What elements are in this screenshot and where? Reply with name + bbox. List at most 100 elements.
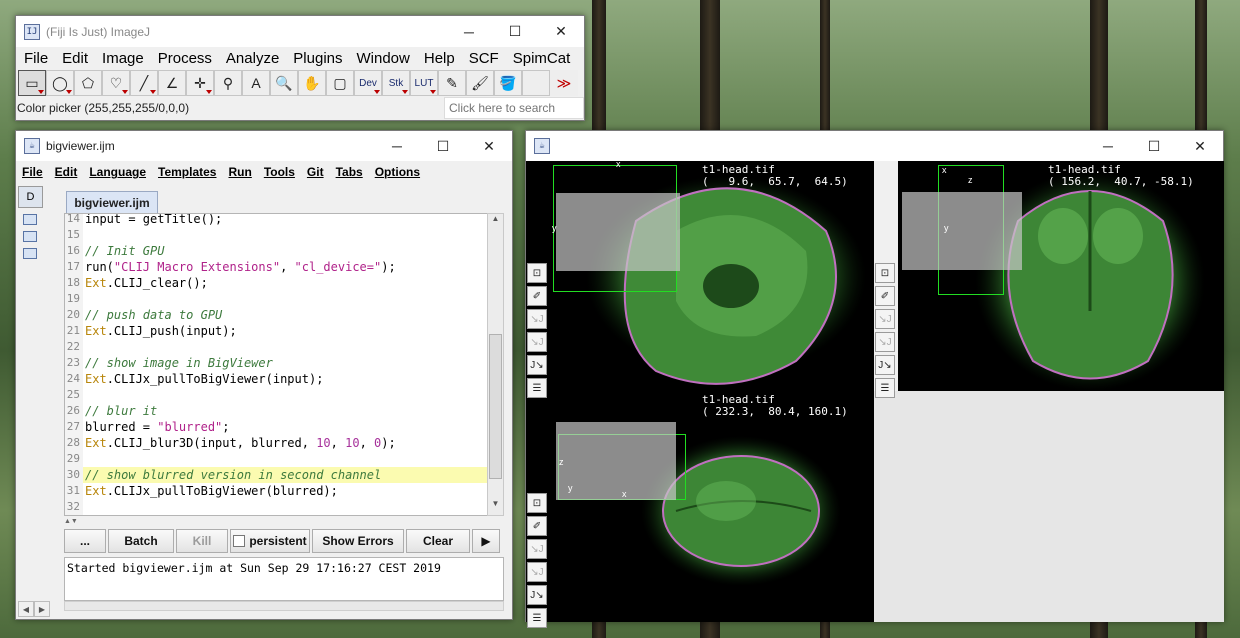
console-hscroll[interactable] <box>64 601 504 611</box>
close-button[interactable]: ✕ <box>1177 131 1223 161</box>
rotate-y-icon[interactable]: ↘J <box>527 562 547 582</box>
code-line[interactable]: 16// Init GPU <box>65 243 502 259</box>
folder-icon[interactable] <box>23 231 37 242</box>
brush-tool-button[interactable]: 🖌 <box>466 70 494 96</box>
settings-list-icon[interactable]: ☰ <box>875 378 895 398</box>
scroll-right-button[interactable]: ▶ <box>472 529 500 553</box>
code-line[interactable]: 27 blurred = "blurred"; <box>65 419 502 435</box>
more-tools-button[interactable]: ≫ <box>550 70 578 96</box>
lut-tool-button[interactable]: LUT <box>410 70 438 96</box>
angle-tool-button[interactable]: ∠ <box>158 70 186 96</box>
text-tool-button[interactable]: A <box>242 70 270 96</box>
maximize-button[interactable]: ☐ <box>492 16 538 47</box>
tree-tab[interactable]: D <box>18 186 43 208</box>
rotate-z-icon[interactable]: J↘ <box>875 355 895 375</box>
dev-tool-button[interactable]: Dev <box>354 70 382 96</box>
rotate-y-icon[interactable]: ↘J <box>527 332 547 352</box>
magnifier-tool-button[interactable]: 🔍 <box>270 70 298 96</box>
editor-menu-tools[interactable]: Tools <box>258 165 301 179</box>
editor-titlebar[interactable]: ☕ bigviewer.ijm ─ ☐ ✕ <box>16 131 512 161</box>
code-line[interactable]: 18 Ext.CLIJ_clear(); <box>65 275 502 291</box>
editor-menu-options[interactable]: Options <box>369 165 426 179</box>
search-input[interactable] <box>444 97 584 119</box>
magnify-tool-icon[interactable]: ⊡ <box>875 263 895 283</box>
scroll-up-arrow[interactable]: ▲ <box>488 214 503 230</box>
code-line[interactable]: 19 <box>65 291 502 307</box>
menu-spimcat[interactable]: SpimCat <box>506 50 578 67</box>
imagej-titlebar[interactable]: IJ (Fiji Is Just) ImageJ ─ ☐ ✕ <box>16 16 584 47</box>
wand-tool-button[interactable]: ⚲ <box>214 70 242 96</box>
maximize-button[interactable]: ☐ <box>1131 131 1177 161</box>
color-picker-tool-button[interactable]: ▢ <box>326 70 354 96</box>
batch-button[interactable]: Batch <box>108 529 174 553</box>
menu-plugins[interactable]: Plugins <box>286 50 349 67</box>
show-errors-button[interactable]: Show Errors <box>312 529 404 553</box>
hand-tool-button[interactable]: ✋ <box>298 70 326 96</box>
code-line[interactable]: 24 Ext.CLIJx_pullToBigViewer(input); <box>65 371 502 387</box>
code-line[interactable]: 32 <box>65 499 502 515</box>
code-line[interactable]: 26// blur it <box>65 403 502 419</box>
view-panel-coronal[interactable]: x z y t1-head.tif ( 156.2, 40.7, -58.1) <box>898 161 1224 391</box>
menu-help[interactable]: Help <box>417 50 462 67</box>
editor-menu-edit[interactable]: Edit <box>49 165 84 179</box>
kill-button[interactable]: Kill <box>176 529 228 553</box>
empty-tool-button[interactable] <box>522 70 550 96</box>
maximize-button[interactable]: ☐ <box>420 131 466 161</box>
code-line[interactable]: 20// push data to GPU <box>65 307 502 323</box>
eyedropper-tool-icon[interactable]: ✐ <box>527 516 547 536</box>
menu-window[interactable]: Window <box>350 50 417 67</box>
editor-menu-language[interactable]: Language <box>83 165 152 179</box>
console-output[interactable]: Started bigviewer.ijm at Sun Sep 29 17:1… <box>64 557 504 601</box>
folder-icon[interactable] <box>23 214 37 225</box>
tree-scroll-right[interactable]: ▶ <box>34 601 50 617</box>
splitter[interactable]: ▲▼ <box>64 518 504 526</box>
rotate-x-icon[interactable]: ↘J <box>875 309 895 329</box>
pencil-tool-button[interactable]: ✎ <box>438 70 466 96</box>
code-scrollbar[interactable]: ▲ ▼ <box>487 213 504 516</box>
close-button[interactable]: ✕ <box>538 16 584 47</box>
code-line[interactable]: 17 run("CLIJ Macro Extensions", "cl_devic… <box>65 259 502 275</box>
code-line[interactable]: 25 <box>65 387 502 403</box>
menu-analyze[interactable]: Analyze <box>219 50 286 67</box>
code-line[interactable]: 22 <box>65 339 502 355</box>
magnify-tool-icon[interactable]: ⊡ <box>527 263 547 283</box>
tree-scroll-left[interactable]: ◀ <box>18 601 34 617</box>
point-tool-button[interactable]: ✛ <box>186 70 214 96</box>
settings-list-icon[interactable]: ☰ <box>527 608 547 628</box>
tab-bigviewer[interactable]: bigviewer.ijm <box>66 191 158 213</box>
persistent-checkbox[interactable]: persistent <box>230 529 310 553</box>
menu-scf[interactable]: SCF <box>462 50 506 67</box>
editor-menu-tabs[interactable]: Tabs <box>330 165 369 179</box>
oval-tool-button[interactable]: ◯ <box>46 70 74 96</box>
polygon-tool-button[interactable]: ⬠ <box>74 70 102 96</box>
clear-button[interactable]: Clear <box>406 529 470 553</box>
editor-menu-file[interactable]: File <box>16 165 49 179</box>
checkbox-box[interactable] <box>233 535 246 547</box>
view-panel-axial[interactable]: z y x t1-head.tif ( 232.3, 80.4, 160.1) <box>526 391 874 622</box>
minimize-button[interactable]: ─ <box>1085 131 1131 161</box>
folder-icon[interactable] <box>23 248 37 259</box>
editor-menu-templates[interactable]: Templates <box>152 165 222 179</box>
more-button[interactable]: ... <box>64 529 106 553</box>
magnify-tool-icon[interactable]: ⊡ <box>527 493 547 513</box>
scroll-thumb[interactable] <box>489 334 502 479</box>
code-line[interactable]: 31 Ext.CLIJx_pullToBigViewer(blurred); <box>65 483 502 499</box>
rotate-y-icon[interactable]: ↘J <box>875 332 895 352</box>
rotate-x-icon[interactable]: ↘J <box>527 309 547 329</box>
minimize-button[interactable]: ─ <box>446 16 492 47</box>
code-line[interactable]: 30// show blurred version in second chan… <box>65 467 502 483</box>
flood-fill-tool-button[interactable]: 🪣 <box>494 70 522 96</box>
close-button[interactable]: ✕ <box>466 131 512 161</box>
menu-image[interactable]: Image <box>95 50 151 67</box>
rotate-z-icon[interactable]: J↘ <box>527 585 547 605</box>
line-tool-button[interactable]: ╱ <box>130 70 158 96</box>
freehand-tool-button[interactable]: ♡ <box>102 70 130 96</box>
eyedropper-tool-icon[interactable]: ✐ <box>527 286 547 306</box>
editor-menu-run[interactable]: Run <box>222 165 257 179</box>
scroll-down-arrow[interactable]: ▼ <box>488 499 503 515</box>
code-line[interactable]: 21 Ext.CLIJ_push(input); <box>65 323 502 339</box>
editor-menu-git[interactable]: Git <box>301 165 330 179</box>
stk-tool-button[interactable]: Stk <box>382 70 410 96</box>
code-editor[interactable]: 14 input = getTitle(); 15 16// Init GPU 17 ru… <box>64 213 503 516</box>
code-line[interactable]: 29 <box>65 451 502 467</box>
